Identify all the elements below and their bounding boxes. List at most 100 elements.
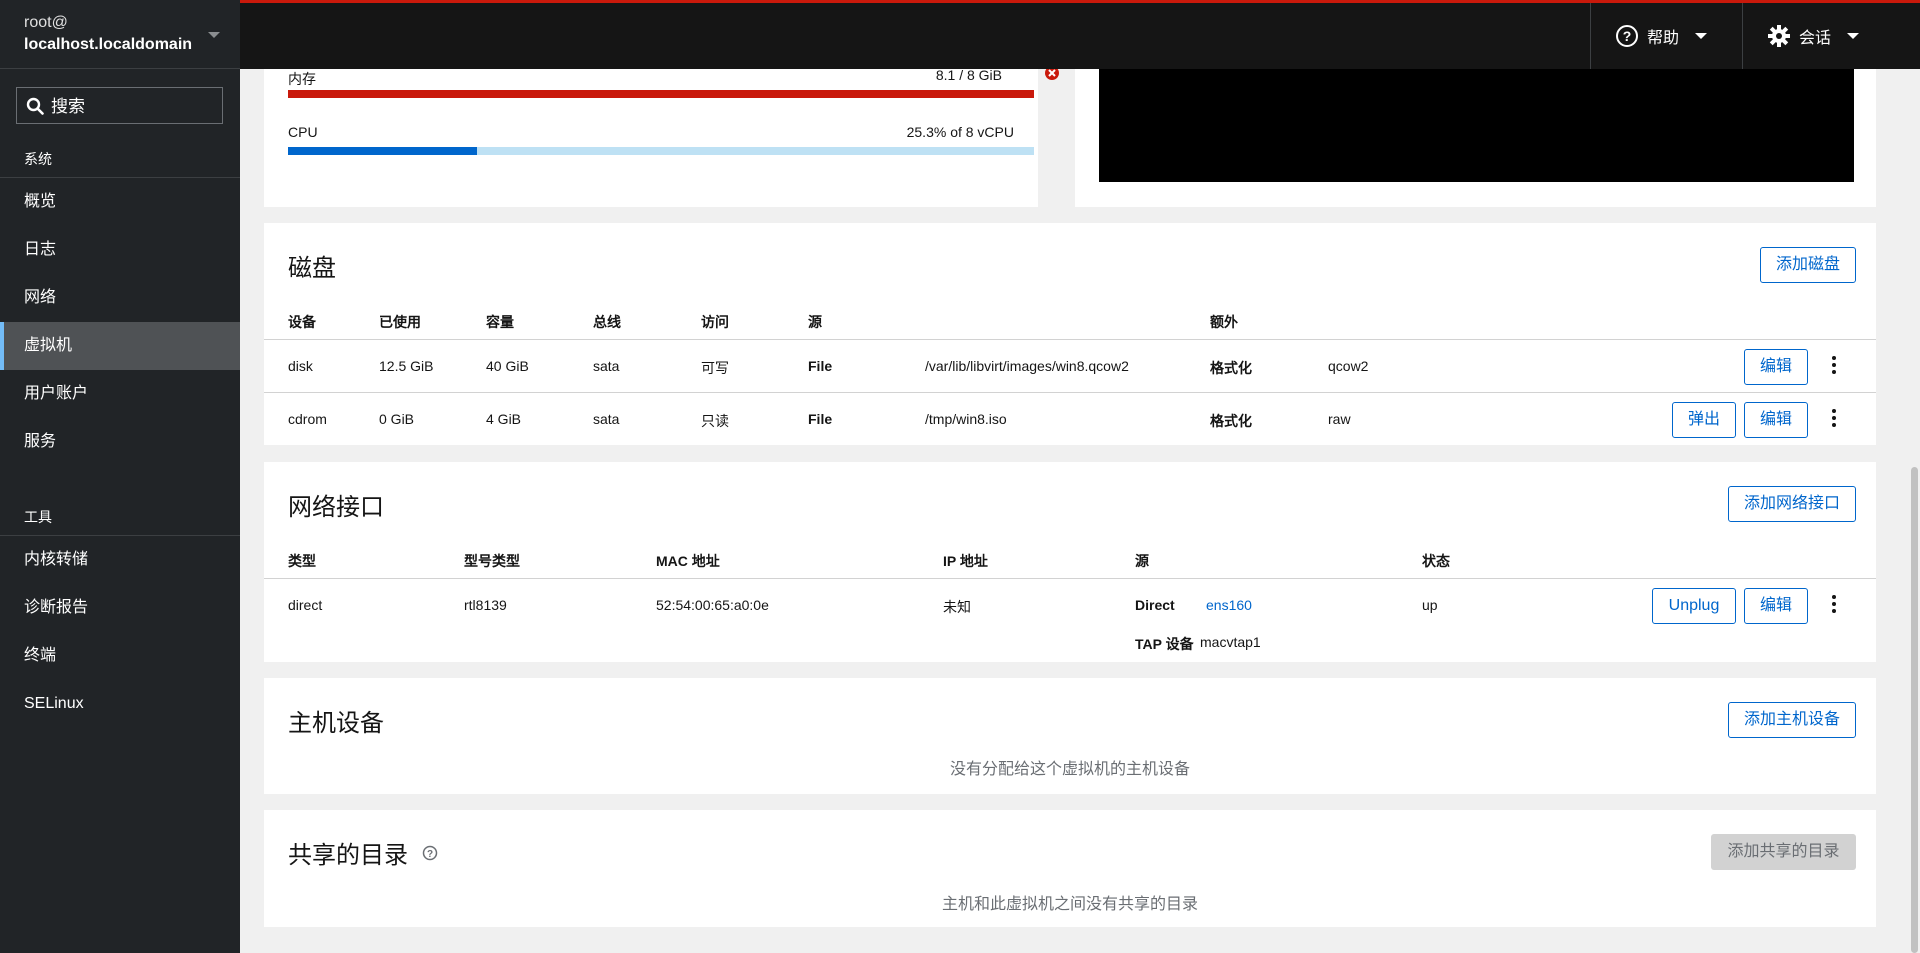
edit-disk-button[interactable]: 编辑	[1744, 349, 1808, 385]
edit-disk-button[interactable]: 编辑	[1744, 402, 1808, 438]
sidebar-item-kdump[interactable]: 内核转储	[0, 536, 240, 584]
disk-capacity: 4 GiB	[486, 411, 522, 427]
kebab-menu-icon[interactable]	[1824, 350, 1844, 380]
host-devices-empty: 没有分配给这个虚拟机的主机设备	[949, 761, 1190, 778]
net-model: rtl8139	[464, 597, 507, 613]
memory-label: 内存	[288, 71, 316, 87]
disk-used: 12.5 GiB	[379, 358, 434, 374]
net-header-ip: IP 地址	[943, 553, 988, 569]
net-header-type: 类型	[288, 553, 316, 569]
net-source-label: Direct	[1135, 597, 1175, 613]
disk-access: 只读	[701, 413, 729, 429]
add-network-interface-button[interactable]: 添加网络接口	[1728, 486, 1856, 522]
svg-text:?: ?	[1623, 28, 1632, 44]
shared-dirs-empty: 主机和此虚拟机之间没有共享的目录	[941, 896, 1198, 913]
main-scrollbar[interactable]	[1908, 69, 1920, 953]
help-label: 帮助	[1647, 30, 1680, 47]
net-header-source: 源	[1135, 553, 1149, 569]
unplug-button[interactable]: Unplug	[1652, 588, 1736, 624]
host-devices-card: 主机设备 添加主机设备 没有分配给这个虚拟机的主机设备	[264, 678, 1876, 794]
net-type: direct	[288, 597, 323, 613]
sidebar-item-selinux[interactable]: SELinux	[0, 680, 240, 728]
disk-bus: sata	[593, 411, 620, 427]
net-source-link[interactable]: ens160	[1206, 597, 1252, 613]
disks-header-access: 访问	[701, 314, 729, 330]
net-mac: 52:54:00:65:a0:0e	[656, 597, 769, 613]
help-menu[interactable]: ? 帮助	[1590, 3, 1740, 69]
divider	[264, 392, 1876, 393]
error-circle-icon	[1045, 69, 1059, 80]
disks-card: 磁盘 添加磁盘 设备 已使用 容量 总线 访问 源 额外 disk 12.5 G…	[264, 223, 1876, 445]
sidebar: root@ localhost.localdomain 系统 概览 日志 网络 …	[0, 0, 240, 953]
scrollbar-thumb[interactable]	[1911, 467, 1918, 953]
disks-header-device: 设备	[288, 314, 316, 330]
disk-used: 0 GiB	[379, 411, 415, 427]
shared-dirs-title: 共享的目录	[288, 842, 408, 869]
host-switcher[interactable]: root@ localhost.localdomain	[0, 0, 240, 69]
disks-title: 磁盘	[288, 255, 336, 282]
top-bar: ? 帮助 会话	[240, 0, 1920, 69]
search-icon	[26, 97, 44, 115]
host-user: root@	[24, 14, 68, 31]
network-interfaces-card: 网络接口 添加网络接口 类型 型号类型 MAC 地址 IP 地址 源 状态 di…	[264, 462, 1876, 662]
gear-icon	[1768, 25, 1790, 47]
cpu-value: 25.3% of 8 vCPU	[906, 124, 1014, 140]
help-icon: ?	[1616, 25, 1638, 47]
net-tap-label: TAP 设备	[1135, 636, 1194, 652]
nav-section-title-tools: 工具	[0, 498, 240, 536]
svg-text:?: ?	[427, 849, 433, 860]
sidebar-item-terminal[interactable]: 终端	[0, 632, 240, 680]
sidebar-item-logs[interactable]: 日志	[0, 226, 240, 274]
memory-progress-fill	[288, 90, 1034, 98]
memory-value: 8.1 / 8 GiB	[935, 69, 1002, 83]
sidebar-item-overview[interactable]: 概览	[0, 178, 240, 226]
net-state: up	[1422, 597, 1438, 613]
chevron-down-icon	[1847, 33, 1860, 39]
cpu-progress-fill	[288, 147, 477, 155]
add-disk-button[interactable]: 添加磁盘	[1760, 247, 1856, 283]
disk-source-path: /tmp/win8.iso	[925, 411, 1007, 427]
sidebar-item-diagnostic-reports[interactable]: 诊断报告	[0, 584, 240, 632]
nav-section-title-system: 系统	[0, 140, 240, 178]
disk-extra-value: raw	[1328, 411, 1351, 427]
disk-bus: sata	[593, 358, 620, 374]
disk-source-path: /var/lib/libvirt/images/win8.qcow2	[925, 358, 1129, 374]
disk-device: cdrom	[288, 411, 327, 427]
kebab-menu-icon[interactable]	[1824, 589, 1844, 619]
disk-extra-label: 格式化	[1210, 360, 1252, 376]
sidebar-item-virtual-machines[interactable]: 虚拟机	[0, 322, 240, 370]
shared-directories-card: 共享的目录 ? 添加共享的目录 主机和此虚拟机之间没有共享的目录	[264, 810, 1876, 927]
disks-header-capacity: 容量	[486, 314, 514, 330]
search-box[interactable]	[16, 87, 223, 125]
sidebar-item-services[interactable]: 服务	[0, 418, 240, 466]
add-shared-directory-button[interactable]: 添加共享的目录	[1711, 834, 1856, 870]
session-menu[interactable]: 会话	[1742, 3, 1897, 69]
net-tap-value: macvtap1	[1200, 634, 1261, 650]
net-header-state: 状态	[1422, 553, 1450, 569]
disk-extra-value: qcow2	[1328, 358, 1369, 374]
kebab-menu-icon[interactable]	[1824, 403, 1844, 433]
help-icon[interactable]: ?	[422, 845, 438, 861]
net-header-mac: MAC 地址	[656, 553, 720, 569]
edit-network-button[interactable]: 编辑	[1744, 588, 1808, 624]
console-screen[interactable]	[1099, 69, 1854, 182]
sidebar-item-networking[interactable]: 网络	[0, 274, 240, 322]
nav-section-tools: 工具 内核转储 诊断报告 终端 SELinux	[0, 498, 240, 728]
session-label: 会话	[1799, 30, 1832, 47]
disk-extra-label: 格式化	[1210, 413, 1252, 429]
main-content: 内存 8.1 / 8 GiB CPU 25.3% of 8 vCPU 磁盘 添加…	[240, 69, 1920, 953]
network-title: 网络接口	[288, 494, 384, 521]
eject-disk-button[interactable]: 弹出	[1672, 402, 1736, 438]
disks-header-bus: 总线	[593, 314, 621, 330]
host-devices-title: 主机设备	[288, 710, 384, 737]
disks-header-used: 已使用	[379, 314, 421, 330]
search-input[interactable]	[49, 88, 223, 125]
disks-header-extra: 额外	[1210, 314, 1238, 330]
disks-header-source: 源	[808, 314, 822, 330]
divider	[264, 578, 1876, 579]
add-host-device-button[interactable]: 添加主机设备	[1728, 702, 1856, 738]
sidebar-item-accounts[interactable]: 用户账户	[0, 370, 240, 418]
memory-progress-bar	[288, 90, 1034, 98]
net-header-model: 型号类型	[464, 553, 520, 569]
chevron-down-icon[interactable]	[208, 32, 220, 38]
